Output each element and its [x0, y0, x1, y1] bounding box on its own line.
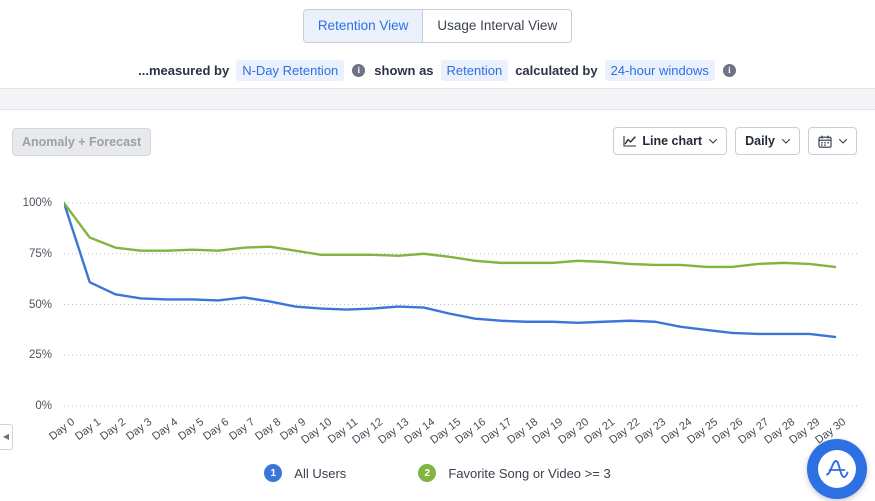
amplitude-logo-icon — [818, 450, 856, 488]
legend-label-2: Favorite Song or Video >= 3 — [448, 465, 611, 481]
chevron-down-icon-interval — [781, 136, 791, 146]
measured-by-label: ...measured by — [138, 62, 230, 78]
x-tick-label: Day 0 — [47, 416, 78, 443]
retention-line-chart: 100% 75% 50% 25% 0% Day 0 Day 1 Day 2 Day 3 Day … — [0, 168, 875, 468]
section-divider-band — [0, 88, 875, 110]
chart-options-group: Line chart Daily — [613, 127, 857, 155]
x-tick-label: Day 2 — [98, 416, 129, 443]
chevron-down-icon-date — [838, 136, 848, 146]
view-segmented-control: Retention View Usage Interval View — [302, 8, 573, 44]
x-tick-label: Day 5 — [175, 416, 206, 443]
y-tick-label: 50% — [28, 298, 52, 311]
legend-badge-1: 1 — [264, 464, 283, 482]
x-tick-label: Day 7 — [226, 416, 258, 443]
legend-label-1: All Users — [294, 465, 347, 481]
series-line-2[interactable] — [64, 201, 837, 269]
amplitude-help-button[interactable] — [807, 439, 867, 499]
chart-type-button[interactable]: Line chart — [613, 127, 728, 155]
tab-retention-view[interactable]: Retention View — [303, 9, 423, 43]
shown-as-selector-retention[interactable]: Retention — [440, 59, 509, 81]
x-tick-label: Day 1 — [72, 416, 103, 443]
measure-definition-bar: ...measured by N-Day Retention i shown a… — [0, 52, 875, 88]
y-tick-label: 75% — [28, 247, 52, 260]
chevron-down-icon-chart-type — [709, 136, 718, 146]
interval-button[interactable]: Daily — [735, 127, 800, 155]
legend-item-favorite-song-or-video[interactable]: 2 Favorite Song or Video >= 3 — [418, 464, 611, 482]
line-chart-icon — [623, 135, 637, 147]
y-tick-label: 100% — [22, 197, 52, 209]
date-range-button[interactable] — [808, 127, 857, 155]
sidebar-collapse-handle[interactable]: ◀ — [0, 424, 13, 450]
info-icon-calculation[interactable]: i — [722, 63, 736, 77]
interval-label: Daily — [745, 134, 775, 148]
shown-as-label: shown as — [374, 62, 434, 78]
calendar-icon — [818, 134, 832, 148]
info-icon-metric[interactable]: i — [352, 63, 366, 77]
legend-badge-2: 2 — [418, 464, 437, 482]
plot-svg — [64, 201, 857, 407]
view-tab-bar: Retention View Usage Interval View — [0, 0, 875, 52]
y-tick-label: 25% — [28, 349, 52, 362]
series-line-1[interactable] — [64, 201, 837, 339]
x-tick-label: Day 4 — [149, 416, 181, 443]
x-tick-label: Day 3 — [124, 416, 155, 443]
x-tick-label: Day 8 — [252, 416, 283, 443]
calculated-by-label: calculated by — [515, 62, 598, 78]
chart-legend: 1 All Users 2 Favorite Song or Video >= … — [0, 458, 875, 488]
calculated-by-selector-windows[interactable]: 24-hour windows — [604, 59, 715, 81]
metric-selector-n-day-retention[interactable]: N-Day Retention — [236, 59, 345, 81]
tab-usage-interval-view[interactable]: Usage Interval View — [422, 9, 572, 43]
chart-type-label: Line chart — [642, 134, 703, 148]
retention-chart-page: Retention View Usage Interval View ...me… — [0, 0, 875, 501]
anomaly-forecast-button[interactable]: Anomaly + Forecast — [12, 128, 152, 156]
x-tick-label: Day 6 — [201, 416, 232, 443]
legend-item-all-users[interactable]: 1 All Users — [264, 464, 346, 482]
chevron-left-icon: ◀ — [2, 432, 10, 441]
plot-area — [64, 168, 857, 408]
